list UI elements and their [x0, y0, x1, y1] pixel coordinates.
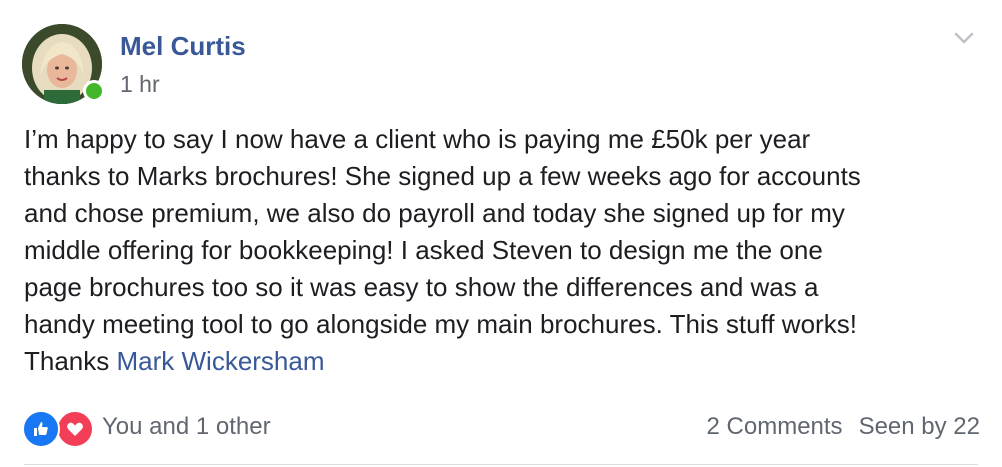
comments-count-link[interactable]: 2 Comments: [707, 413, 843, 441]
feed-post: Mel Curtis 1 hr I’m happy to say I now h…: [0, 0, 1002, 467]
reactions-label[interactable]: You and 1 other: [102, 413, 271, 441]
online-status-indicator: [83, 80, 105, 102]
post-body: I’m happy to say I now have a client who…: [24, 121, 984, 380]
post-meta: Mel Curtis 1 hr: [120, 24, 246, 98]
avatar-wrapper[interactable]: [22, 24, 105, 104]
post-timestamp[interactable]: 1 hr: [120, 70, 246, 98]
footer-divider: [24, 464, 978, 465]
seen-by-link[interactable]: Seen by 22: [859, 413, 980, 441]
mention-link[interactable]: Mark Wickersham: [117, 346, 325, 376]
reaction-icons: [22, 407, 98, 448]
chevron-down-icon[interactable]: [950, 28, 978, 48]
post-text: I’m happy to say I now have a client who…: [24, 124, 861, 376]
love-icon: [56, 410, 94, 448]
author-name[interactable]: Mel Curtis: [120, 30, 246, 62]
like-icon: [22, 410, 60, 448]
post-footer: You and 1 other 2 Comments Seen by 22: [22, 404, 980, 450]
post-header: Mel Curtis 1 hr: [22, 24, 246, 108]
post-stats: 2 Comments Seen by 22: [707, 413, 980, 441]
reactions-summary[interactable]: You and 1 other: [22, 407, 271, 448]
